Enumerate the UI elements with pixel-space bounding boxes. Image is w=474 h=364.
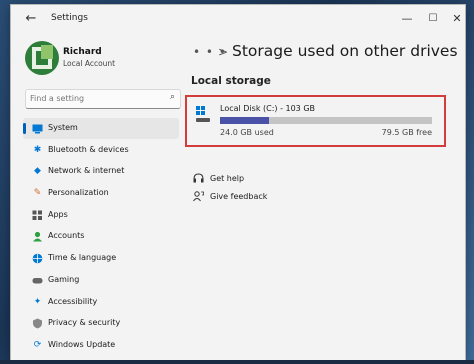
brush-icon: ✎ [33, 188, 42, 199]
apps-icon [32, 210, 43, 221]
maximize-button[interactable]: ☐ [425, 11, 441, 27]
gaming-icon [32, 275, 43, 286]
sidebar-item-privacy[interactable]: Privacy & security [23, 313, 179, 334]
sidebar-item-label: System [48, 123, 78, 132]
breadcrumb-separator: > [218, 45, 229, 59]
sidebar-item-label: Privacy & security [48, 318, 121, 328]
settings-window: ← Settings — ☐ ✕ Richard Local Account ⌕… [10, 4, 466, 362]
sidebar-item-accessibility[interactable]: ✦ Accessibility [23, 292, 179, 313]
title-bar: ← Settings — ☐ ✕ [11, 5, 465, 33]
used-space: 24.0 GB used [220, 128, 274, 137]
sidebar-item-time-language[interactable]: Time & language [23, 248, 179, 269]
usage-bar [220, 117, 432, 124]
sidebar-item-gaming[interactable]: Gaming [23, 270, 179, 291]
sidebar-item-personalization[interactable]: ✎ Personalization [23, 183, 179, 204]
sidebar-item-network[interactable]: ◆ Network & internet [23, 161, 179, 182]
shield-icon [32, 318, 43, 329]
globe-icon [32, 253, 43, 264]
taskbar [0, 360, 474, 364]
page-title: Storage used on other drives [232, 42, 458, 60]
sidebar-nav: System ✱ Bluetooth & devices ◆ Network &… [23, 118, 183, 357]
minimize-button[interactable]: — [399, 11, 415, 27]
network-icon: ◆ [34, 166, 41, 177]
sidebar-item-system[interactable]: System [23, 118, 179, 139]
sidebar-item-windows-update[interactable]: ⟳ Windows Update [23, 335, 179, 356]
search-box[interactable]: ⌕ [25, 89, 181, 109]
get-help-label: Get help [210, 174, 245, 183]
sidebar-item-label: Gaming [48, 274, 80, 284]
free-space: 79.5 GB free [381, 128, 432, 137]
sidebar-item-apps[interactable]: Apps [23, 205, 179, 226]
feedback-icon [193, 191, 205, 205]
window-title: Settings [51, 13, 88, 23]
drive-name: Local Disk (C:) - 103 GB [220, 104, 315, 113]
drive-card-c[interactable]: Local Disk (C:) - 103 GB 24.0 GB used 79… [185, 95, 446, 147]
sidebar-item-accounts[interactable]: Accounts [23, 226, 179, 247]
close-button[interactable]: ✕ [449, 11, 465, 27]
bluetooth-icon: ✱ [33, 144, 42, 155]
sidebar-item-label: Accounts [48, 231, 85, 241]
sidebar-item-label: Apps [48, 209, 68, 219]
sidebar-item-label: Time & language [48, 253, 117, 263]
search-icon[interactable]: ⌕ [170, 92, 175, 102]
sidebar-item-label: Network & internet [48, 166, 125, 176]
avatar[interactable] [25, 41, 59, 75]
sidebar-item-label: Windows Update [48, 339, 116, 349]
sidebar-item-label: Bluetooth & devices [48, 144, 129, 154]
give-feedback-label: Give feedback [210, 192, 268, 201]
search-input[interactable] [30, 91, 160, 105]
back-button[interactable]: ← [23, 11, 39, 27]
update-icon: ⟳ [33, 339, 42, 350]
drive-icon [196, 106, 212, 122]
help-icon [193, 173, 205, 187]
accounts-icon [32, 231, 43, 242]
sidebar-item-label: Accessibility [48, 296, 98, 306]
sidebar-item-bluetooth[interactable]: ✱ Bluetooth & devices [23, 140, 179, 161]
usage-bar-fill [220, 117, 270, 124]
user-name: Richard [63, 47, 102, 57]
system-icon [32, 123, 43, 134]
accessibility-icon: ✦ [33, 296, 42, 307]
account-type: Local Account [63, 59, 116, 68]
sidebar-item-label: Personalization [48, 188, 109, 198]
section-title: Local storage [191, 75, 271, 87]
